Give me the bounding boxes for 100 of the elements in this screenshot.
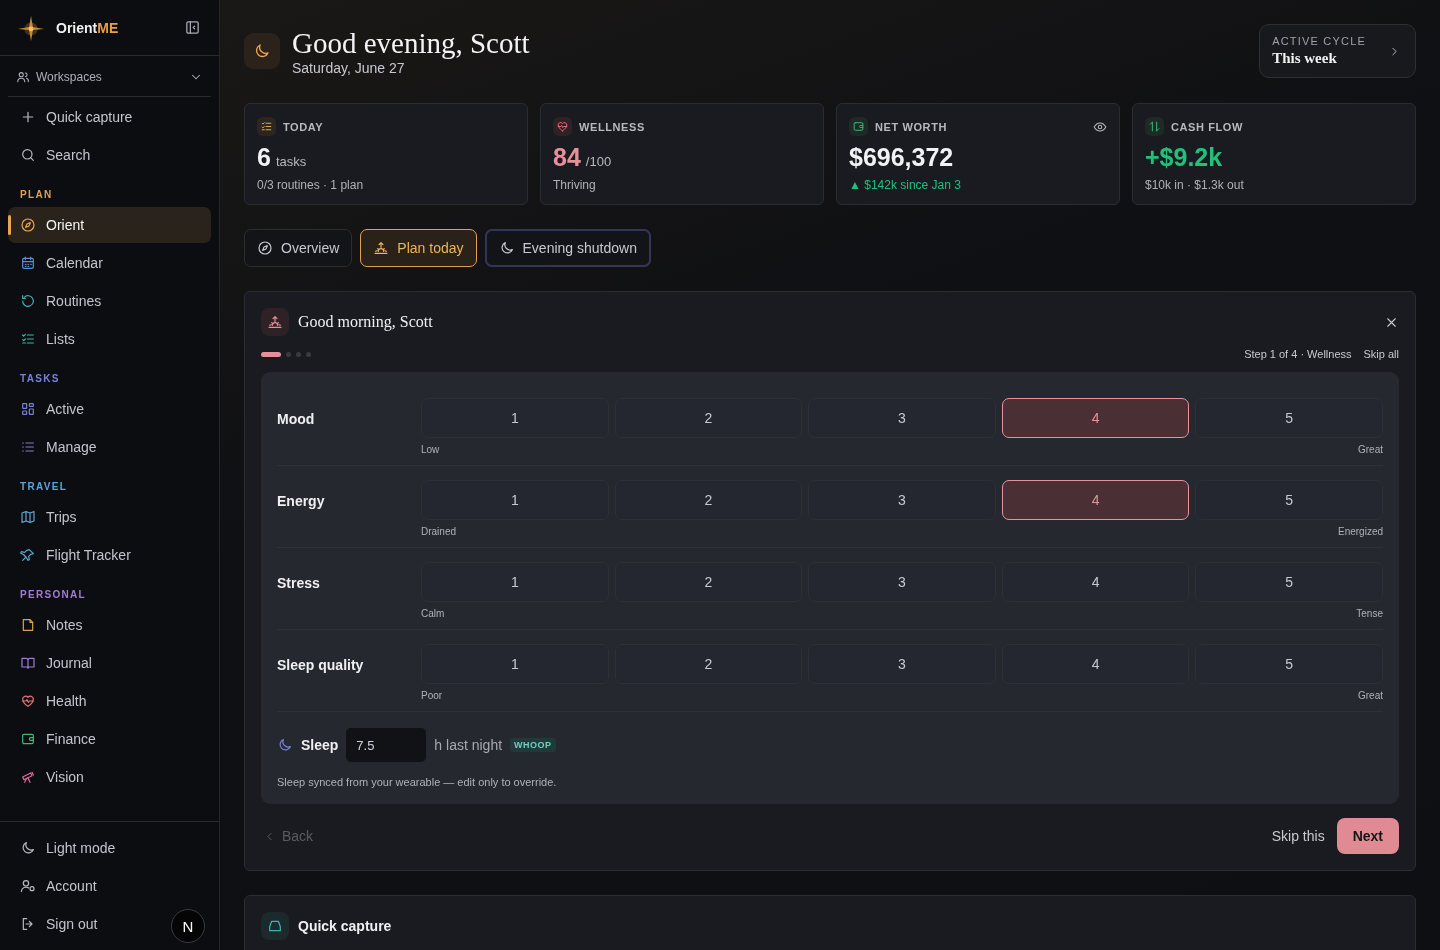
nav-item[interactable]: Quick capture bbox=[8, 99, 211, 135]
map-icon bbox=[20, 509, 36, 525]
card-title: Quick capture bbox=[298, 918, 393, 934]
rating-option[interactable]: 4 bbox=[1001, 644, 1190, 684]
rating-option[interactable]: 4 bbox=[1001, 480, 1190, 520]
stat-label: WELLNESS bbox=[579, 120, 646, 133]
sleep-note: Sleep synced from your wearable — edit only to override. bbox=[277, 776, 558, 788]
rating-option[interactable]: 4 bbox=[1001, 562, 1190, 602]
nav-item[interactable]: Journal bbox=[8, 645, 211, 681]
calendar-icon bbox=[20, 255, 36, 271]
stat-value: $696,372 bbox=[849, 142, 954, 172]
moon-icon bbox=[277, 737, 293, 753]
plus-icon bbox=[20, 109, 36, 125]
stat-unit: /100 bbox=[585, 154, 612, 169]
sleep-hours-field[interactable]: 7.5 bbox=[346, 728, 427, 762]
workspaces-dropdown[interactable]: Workspaces bbox=[8, 56, 211, 97]
sidebar-toggle-button[interactable] bbox=[184, 19, 201, 36]
rating-option[interactable]: 3 bbox=[808, 644, 996, 684]
stat-value: 84 bbox=[553, 142, 581, 172]
skip-button[interactable]: Skip this bbox=[1271, 828, 1325, 844]
rating-option[interactable]: 1 bbox=[421, 398, 609, 438]
scale-high-label: Great bbox=[1358, 690, 1383, 701]
list-icon bbox=[20, 439, 36, 455]
nav-item[interactable]: Calendar bbox=[8, 245, 211, 281]
scale-low-label: Poor bbox=[421, 690, 443, 701]
stat-label: NET WORTH bbox=[875, 120, 948, 133]
nav-item[interactable]: Vision bbox=[8, 759, 211, 795]
stat-unit: tasks bbox=[275, 154, 307, 169]
nav-item[interactable]: Flight Tracker bbox=[8, 537, 211, 573]
sleep-unit: h last night bbox=[434, 737, 503, 753]
date-text: Saturday, June 27 bbox=[292, 60, 406, 76]
tab[interactable]: Plan today bbox=[360, 229, 477, 267]
scale-low-label: Low bbox=[421, 444, 440, 455]
eye-icon bbox=[1093, 119, 1107, 134]
moon-icon bbox=[498, 240, 515, 256]
user-settings-icon bbox=[20, 878, 36, 894]
wallet-icon bbox=[852, 120, 865, 133]
wallet-icon bbox=[20, 731, 36, 747]
stat-subtext: $10k in · $1.3k out bbox=[1145, 178, 1245, 192]
scale-label: Energy bbox=[277, 492, 326, 509]
dev-tools-badge[interactable]: N bbox=[171, 909, 205, 943]
source-tag: WHOOP bbox=[510, 738, 556, 752]
section-heading: PERSONAL bbox=[19, 588, 87, 602]
skip-all-link[interactable]: Skip all bbox=[1363, 348, 1399, 360]
panel-title: Good morning, Scott bbox=[298, 313, 434, 331]
rating-option[interactable]: 3 bbox=[808, 398, 996, 438]
rating-option[interactable]: 5 bbox=[1195, 644, 1383, 684]
stat-label: TODAY bbox=[283, 120, 325, 133]
scale-high-label: Tense bbox=[1356, 608, 1383, 619]
checklist-icon bbox=[20, 331, 36, 347]
rating-option[interactable]: 5 bbox=[1195, 480, 1383, 520]
heart-pulse-icon bbox=[20, 693, 36, 709]
nav-item[interactable]: Notes bbox=[8, 607, 211, 643]
section-heading: PLAN bbox=[19, 188, 54, 202]
nav-item[interactable]: Active bbox=[8, 391, 211, 427]
scale-high-label: Great bbox=[1358, 444, 1383, 455]
rating-option[interactable]: 3 bbox=[808, 562, 996, 602]
nav-item[interactable]: Manage bbox=[8, 429, 211, 465]
book-icon bbox=[20, 655, 36, 671]
rating-option[interactable]: 5 bbox=[1195, 398, 1383, 438]
nav-item[interactable]: Search bbox=[8, 137, 211, 173]
rating-option[interactable]: 1 bbox=[421, 480, 609, 520]
active-cycle-button[interactable]: ACTIVE CYCLE This week bbox=[1259, 24, 1416, 78]
next-button[interactable]: Next bbox=[1336, 818, 1399, 854]
rating-option[interactable]: 2 bbox=[614, 562, 803, 602]
rating-option[interactable]: 1 bbox=[421, 562, 609, 602]
rating-option[interactable]: 4 bbox=[1001, 398, 1190, 438]
rating-option[interactable]: 3 bbox=[808, 480, 996, 520]
nav-item[interactable]: Account bbox=[8, 868, 211, 904]
compass-icon bbox=[20, 217, 36, 233]
section-heading: TASKS bbox=[19, 372, 61, 386]
nav-item[interactable]: Lists bbox=[8, 321, 211, 357]
search-icon bbox=[20, 147, 36, 163]
nav-item[interactable]: Light mode bbox=[8, 830, 211, 866]
grid-icon bbox=[20, 401, 36, 417]
moon-icon bbox=[20, 840, 36, 856]
nav-item[interactable]: Routines bbox=[8, 283, 211, 319]
nav-item[interactable]: Finance bbox=[8, 721, 211, 757]
section-heading: TRAVEL bbox=[19, 480, 69, 494]
sunrise-icon bbox=[373, 240, 390, 256]
stat-subtext: ▲ $142k since Jan 3 bbox=[849, 178, 962, 192]
visibility-toggle-button[interactable] bbox=[1093, 119, 1107, 134]
rating-option[interactable]: 2 bbox=[614, 644, 803, 684]
scale-label: Sleep quality bbox=[277, 656, 365, 673]
app-name: OrientME bbox=[56, 19, 120, 36]
sunrise-icon bbox=[267, 314, 283, 330]
scale-label: Mood bbox=[277, 410, 316, 427]
nav-item[interactable]: Trips bbox=[8, 499, 211, 535]
rating-option[interactable]: 2 bbox=[614, 480, 803, 520]
scale-low-label: Calm bbox=[421, 608, 445, 619]
rating-option[interactable]: 2 bbox=[614, 398, 803, 438]
rating-option[interactable]: 5 bbox=[1195, 562, 1383, 602]
rating-option[interactable]: 1 bbox=[421, 644, 609, 684]
tab[interactable]: Overview bbox=[244, 229, 353, 267]
tab[interactable]: Evening shutdown bbox=[484, 229, 651, 267]
sleep-label: Sleep bbox=[301, 737, 339, 753]
nav-item[interactable]: Health bbox=[8, 683, 211, 719]
nav-item[interactable]: Orient bbox=[8, 207, 211, 243]
scale-high-label: Energized bbox=[1337, 526, 1383, 537]
note-icon bbox=[20, 617, 36, 633]
